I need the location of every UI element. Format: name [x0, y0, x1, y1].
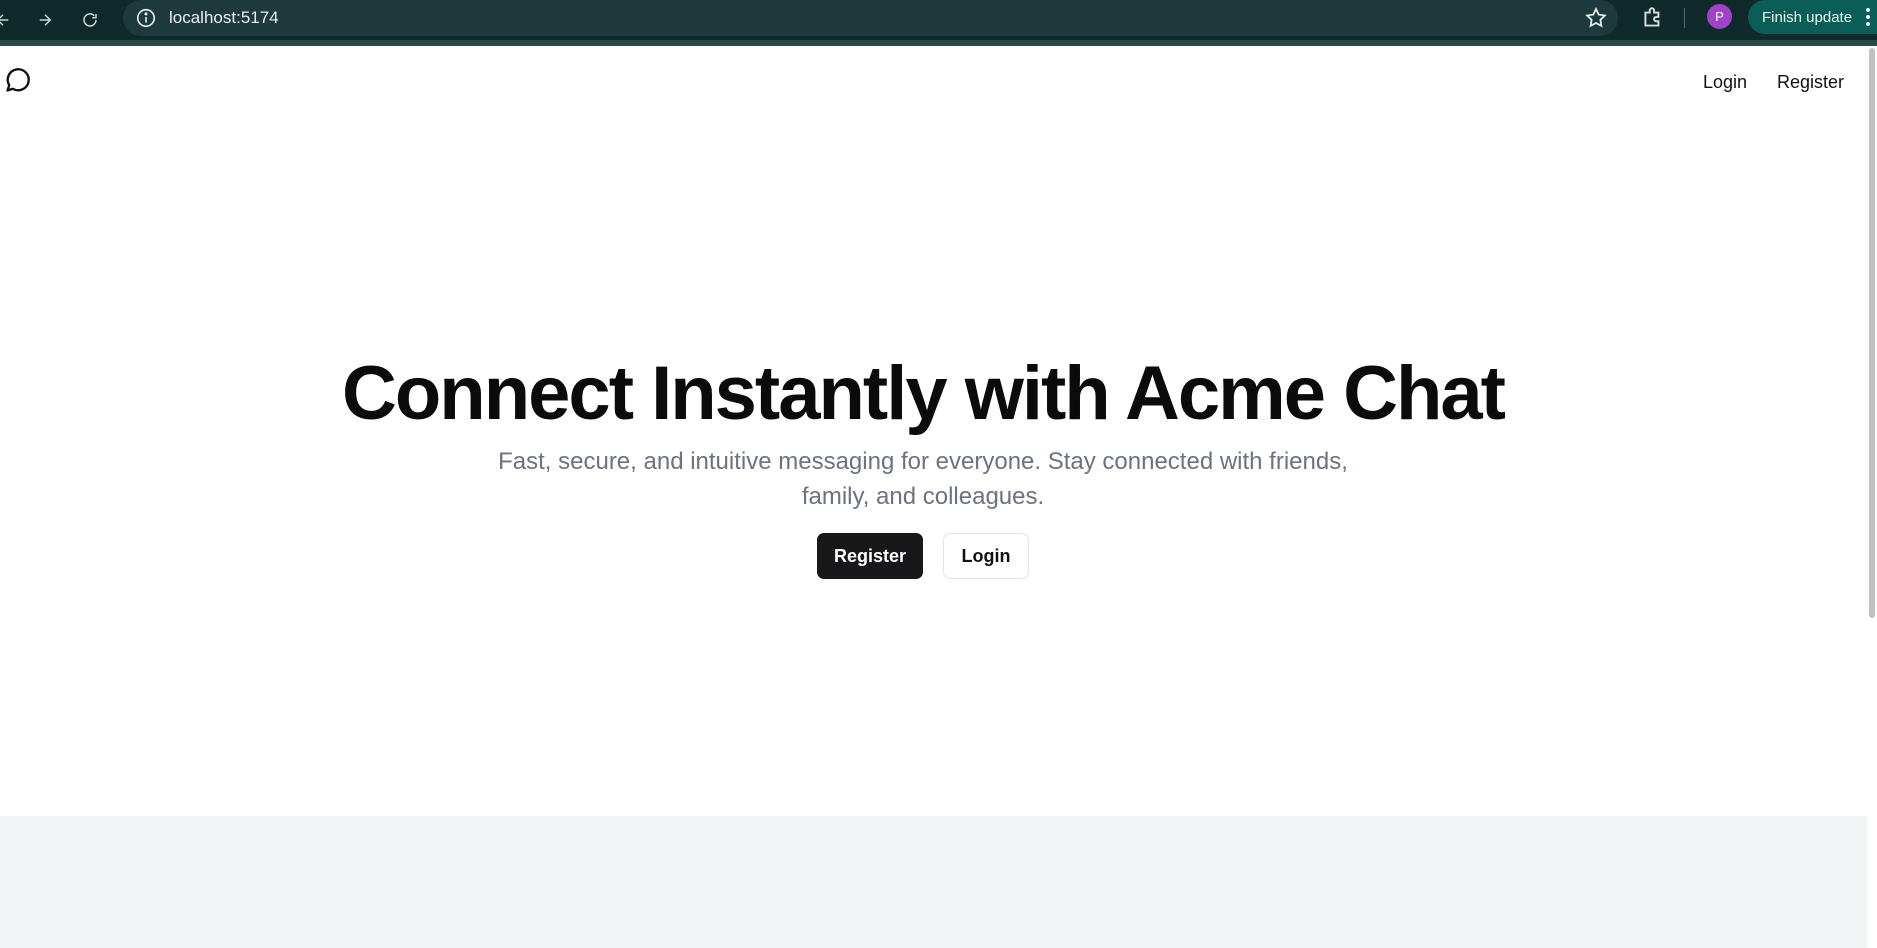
message-circle-icon[interactable] — [4, 66, 32, 94]
hero-section: Connect Instantly with Acme Chat Fast, s… — [0, 356, 1846, 579]
star-icon[interactable] — [1584, 6, 1608, 30]
header-login-link[interactable]: Login — [1703, 72, 1747, 93]
back-button[interactable] — [0, 5, 18, 35]
reload-button[interactable] — [75, 5, 105, 35]
footer-section — [0, 816, 1877, 948]
login-button[interactable]: Login — [943, 533, 1029, 579]
arrow-right-icon — [39, 14, 52, 26]
info-icon[interactable] — [135, 7, 157, 29]
hero-subtitle: Fast, secure, and intuitive messaging fo… — [498, 448, 1348, 510]
scrollbar-thumb[interactable] — [1869, 48, 1875, 618]
page-content: Login Register Connect Instantly with Ac… — [0, 46, 1877, 948]
arrow-left-icon — [0, 14, 9, 26]
site-header: Login Register — [0, 46, 1877, 118]
reload-icon — [83, 13, 97, 27]
profile-avatar[interactable]: P — [1707, 4, 1732, 29]
forward-button[interactable] — [30, 5, 60, 35]
finish-update-button[interactable]: Finish update — [1748, 0, 1877, 34]
browser-toolbar: localhost:5174 P Finish update — [0, 0, 1877, 46]
header-register-link[interactable]: Register — [1777, 72, 1844, 93]
puzzle-icon[interactable] — [1640, 5, 1666, 31]
hero-actions: Register Login — [0, 533, 1846, 579]
address-bar[interactable]: localhost:5174 — [123, 0, 1618, 36]
page-scrollbar[interactable] — [1867, 46, 1877, 948]
register-button[interactable]: Register — [817, 533, 923, 579]
toolbar-divider — [1684, 8, 1685, 28]
finish-update-label: Finish update — [1762, 8, 1853, 26]
url-text[interactable]: localhost:5174 — [169, 8, 279, 28]
hero-title: Connect Instantly with Acme Chat — [342, 351, 1506, 436]
more-vertical-icon[interactable] — [1865, 7, 1871, 27]
